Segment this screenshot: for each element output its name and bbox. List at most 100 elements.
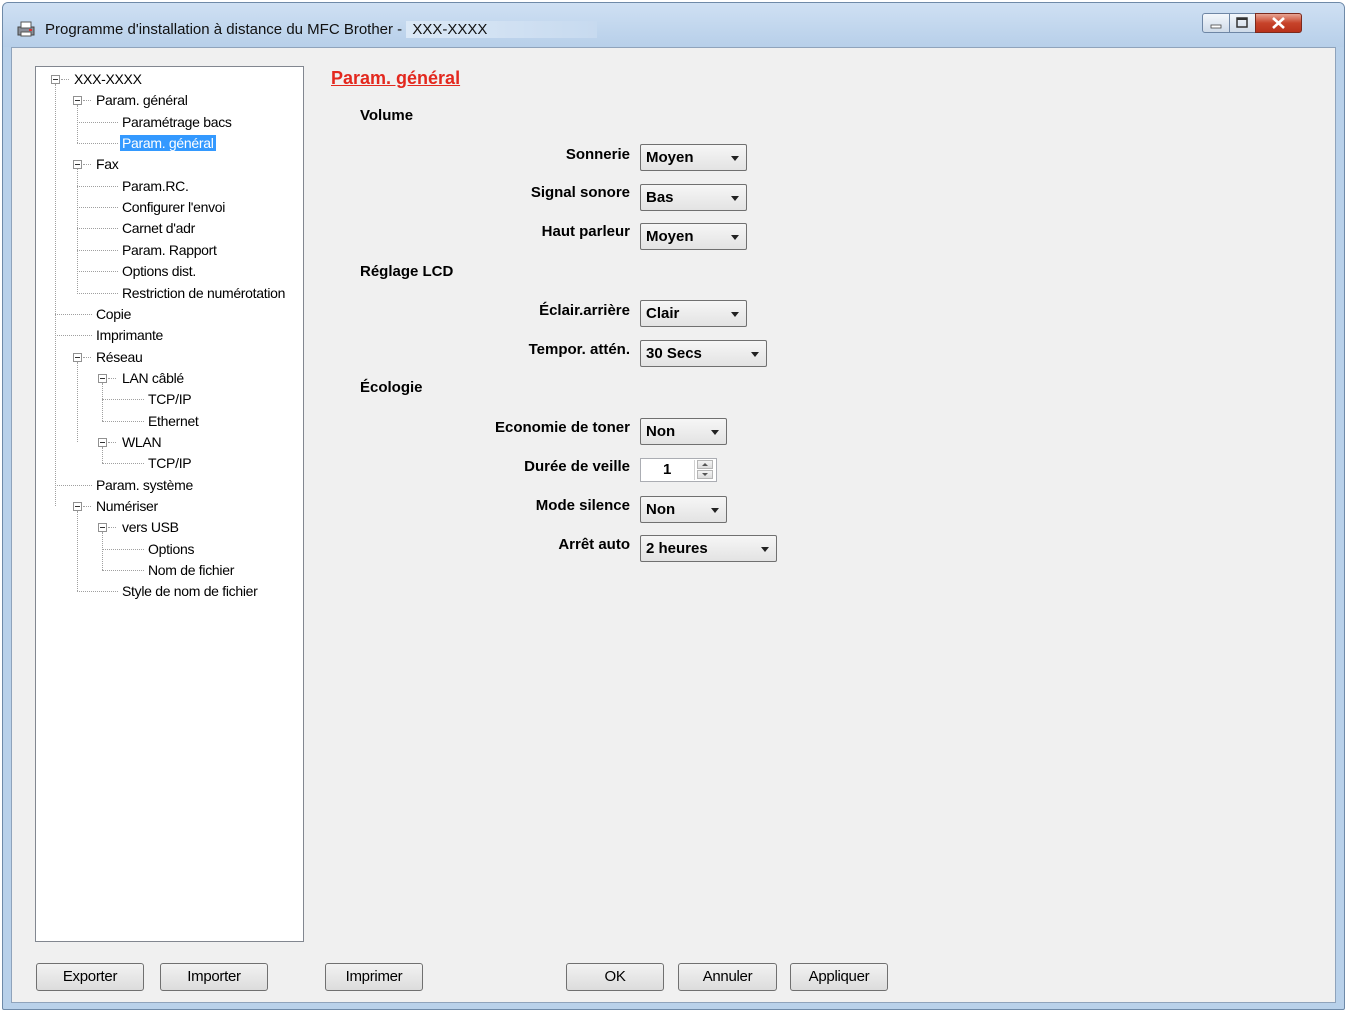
dialog-body: XXX-XXXX Param. général Paramétrage bacs Pa… xyxy=(11,47,1336,1003)
tree-connector xyxy=(77,169,78,293)
tree-connector xyxy=(77,292,118,294)
tree-item[interactable]: Param. système xyxy=(94,475,195,495)
tree-connector xyxy=(83,164,91,166)
tree-connector xyxy=(77,121,118,123)
mode-silence-select[interactable]: Non xyxy=(640,496,727,523)
tree-item[interactable]: Param. général xyxy=(120,133,216,153)
tree-item[interactable]: Fax xyxy=(94,154,120,174)
printer-icon xyxy=(17,21,35,37)
collapse-icon[interactable] xyxy=(98,437,107,447)
tree-item-label: Param. Rapport xyxy=(122,241,217,258)
arret-auto-select[interactable]: 2 heures xyxy=(640,535,777,562)
tree-item[interactable]: Restriction de numérotation xyxy=(120,283,287,303)
tree-item[interactable]: Nom de fichier xyxy=(146,560,236,580)
arret-auto-label: Arrêt auto xyxy=(558,536,630,553)
collapse-icon[interactable] xyxy=(73,502,82,511)
chevron-down-icon xyxy=(711,430,719,435)
tree-connector xyxy=(102,548,144,550)
tree-item-label: Options xyxy=(148,540,195,557)
economie-toner-select[interactable]: Non xyxy=(640,418,727,445)
title-bar[interactable]: Programme d'installation à distance du M… xyxy=(3,3,1344,47)
collapse-icon[interactable] xyxy=(73,160,82,170)
tree-connector xyxy=(102,446,103,464)
tree-item[interactable]: Ethernet xyxy=(146,411,201,431)
tree-connector xyxy=(77,249,118,251)
collapse-icon[interactable] xyxy=(73,96,82,106)
economie-toner-value: Non xyxy=(646,423,676,440)
tree-item[interactable]: Configurer l'envoi xyxy=(120,197,227,217)
stepper-buttons xyxy=(694,460,715,480)
sonnerie-value: Moyen xyxy=(646,149,694,166)
chevron-down-icon xyxy=(731,196,739,201)
tempor-atten-select[interactable]: 30 Secs xyxy=(640,340,767,367)
tree-item[interactable]: Param. général xyxy=(94,90,190,110)
haut-parleur-value: Moyen xyxy=(646,228,694,245)
close-button[interactable] xyxy=(1255,13,1302,33)
collapse-icon[interactable] xyxy=(73,352,82,362)
tree-item[interactable]: Param. Rapport xyxy=(120,240,219,260)
signal-sonore-select[interactable]: Bas xyxy=(640,184,747,211)
signal-sonore-value: Bas xyxy=(646,189,674,206)
tree-item-label: Nom de fichier xyxy=(148,562,235,579)
ok-button[interactable]: OK xyxy=(566,963,664,991)
tree-item-label: XXX-XXXX xyxy=(74,71,142,87)
stepper-up-icon[interactable] xyxy=(697,460,713,469)
tree-connector xyxy=(77,511,78,592)
collapse-icon[interactable] xyxy=(51,75,60,84)
tree-item-label: Carnet d'adr xyxy=(122,220,196,237)
tree-connector xyxy=(102,463,144,465)
tree-item[interactable]: XXX-XXXX xyxy=(72,69,144,89)
tree-connector xyxy=(77,105,78,144)
haut-parleur-select[interactable]: Moyen xyxy=(640,223,747,250)
mode-silence-label: Mode silence xyxy=(535,497,630,514)
tree-item-label: TCP/IP xyxy=(148,455,192,472)
tree-item[interactable]: Options xyxy=(146,539,196,559)
tree-item[interactable]: Carnet d'adr xyxy=(120,218,197,238)
tree-connector xyxy=(55,84,56,506)
tree-item-label: Param. système xyxy=(96,476,193,493)
tree-item[interactable]: LAN câblé xyxy=(120,368,186,388)
tree-connector xyxy=(77,361,78,442)
tempor-atten-value: 30 Secs xyxy=(646,345,702,362)
tree-connector xyxy=(83,506,91,507)
tree-item[interactable]: Copie xyxy=(94,304,133,324)
signal-sonore-label: Signal sonore xyxy=(530,184,630,201)
tree-connector xyxy=(77,185,118,187)
tree-item[interactable]: WLAN xyxy=(120,432,163,452)
tree-item[interactable]: Options dist. xyxy=(120,261,198,281)
sonnerie-select[interactable]: Moyen xyxy=(640,144,747,171)
group-title-volume: Volume xyxy=(360,107,414,124)
minimize-button[interactable] xyxy=(1202,13,1230,33)
mode-silence-value: Non xyxy=(646,501,676,518)
imprimer-button[interactable]: Imprimer xyxy=(325,963,423,991)
window-title-prefix: Programme d'installation à distance du M… xyxy=(45,21,403,38)
exporter-button[interactable]: Exporter xyxy=(36,963,144,991)
tree-item-label: Fax xyxy=(96,156,119,173)
tree-item[interactable]: Réseau xyxy=(94,347,144,367)
appliquer-button[interactable]: Appliquer xyxy=(790,963,888,991)
settings-tree[interactable]: XXX-XXXX Param. général Paramétrage bacs Pa… xyxy=(35,66,304,942)
duree-veille-stepper[interactable]: 1 xyxy=(640,458,717,482)
tree-item[interactable]: vers USB xyxy=(120,517,181,537)
stepper-down-icon[interactable] xyxy=(697,470,713,479)
tree-item[interactable]: Style de nom de fichier xyxy=(120,581,260,601)
maximize-icon xyxy=(1236,17,1248,28)
tree-item-label: Réseau xyxy=(96,348,143,365)
importer-button[interactable]: Importer xyxy=(160,963,268,991)
tree-item-label: TCP/IP xyxy=(148,391,192,408)
eclair-arriere-select[interactable]: Clair xyxy=(640,300,747,327)
tree-item[interactable]: Imprimante xyxy=(94,325,165,345)
maximize-button[interactable] xyxy=(1229,13,1256,33)
tree-item[interactable]: TCP/IP xyxy=(146,453,193,473)
sonnerie-label: Sonnerie xyxy=(565,146,630,163)
collapse-icon[interactable] xyxy=(98,373,107,383)
tree-item[interactable]: TCP/IP xyxy=(146,389,193,409)
annuler-button[interactable]: Annuler xyxy=(678,963,777,991)
tree-item[interactable]: Paramétrage bacs xyxy=(120,112,234,132)
window-title: Programme d'installation à distance du M… xyxy=(45,21,598,38)
tree-item[interactable]: Param.RC. xyxy=(120,176,191,196)
tree-connector xyxy=(61,79,69,80)
collapse-icon[interactable] xyxy=(98,523,107,533)
tree-connector xyxy=(102,420,144,422)
tree-item[interactable]: Numériser xyxy=(94,496,160,516)
